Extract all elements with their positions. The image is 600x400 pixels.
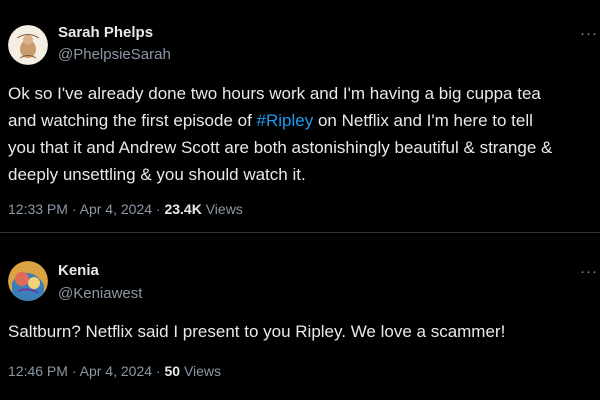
tweet-text-line: and watching the first episode of #Riple… — [8, 107, 600, 134]
views-label: Views — [205, 201, 243, 217]
display-name[interactable]: Sarah Phelps — [58, 24, 153, 41]
tweet-time[interactable]: 12:46 PM — [8, 363, 68, 379]
hashtag-link[interactable]: #Ripley — [257, 111, 314, 130]
more-options-icon[interactable]: ··· — [580, 26, 598, 41]
avatar[interactable] — [8, 261, 48, 301]
tweet-text: Saltburn? Netflix said I present to you … — [8, 318, 600, 345]
text-segment: you that it and Andrew Scott are both as… — [8, 138, 553, 157]
meta-separator: · — [71, 201, 77, 217]
tweet-date[interactable]: Apr 4, 2024 — [80, 201, 152, 217]
tweet-time[interactable]: 12:33 PM — [8, 201, 68, 217]
views-count: 23.4K — [164, 201, 202, 217]
tweet-divider — [0, 232, 600, 233]
meta-separator: · — [155, 201, 161, 217]
user-handle[interactable]: @PhelpsieSarah — [58, 46, 171, 63]
views-count: 50 — [164, 363, 181, 379]
tweet[interactable]: Kenia @Keniawest ··· Saltburn? Netflix s… — [0, 244, 600, 400]
meta-separator: · — [71, 363, 77, 379]
user-handle[interactable]: @Keniawest — [58, 285, 142, 302]
more-options-icon[interactable]: ··· — [580, 264, 598, 279]
text-segment: on Netflix and I'm here to tell — [313, 111, 533, 130]
tweet[interactable]: Sarah Phelps @PhelpsieSarah ··· Ok so I'… — [0, 0, 600, 232]
tweet-text: Ok so I've already done two hours work a… — [8, 80, 600, 188]
tweet-date[interactable]: Apr 4, 2024 — [80, 363, 152, 379]
meta-separator: · — [155, 363, 161, 379]
tweet-text-line: Ok so I've already done two hours work a… — [8, 80, 600, 107]
text-segment: and watching the first episode of — [8, 111, 257, 130]
avatar[interactable] — [8, 25, 48, 65]
tweet-meta: 12:46 PM · Apr 4, 2024 · 50 Views — [8, 363, 221, 379]
tweet-text-line: you that it and Andrew Scott are both as… — [8, 134, 600, 161]
text-segment: deeply unsettling & you should watch it. — [8, 165, 306, 184]
views-label: Views — [183, 363, 222, 379]
tweet-meta: 12:33 PM · Apr 4, 2024 · 23.4K Views — [8, 201, 243, 217]
tweet-text-line: Saltburn? Netflix said I present to you … — [8, 322, 506, 341]
text-segment: Ok so I've already done two hours work a… — [8, 84, 541, 103]
tweet-text-line: deeply unsettling & you should watch it. — [8, 161, 600, 188]
display-name[interactable]: Kenia — [58, 262, 99, 279]
